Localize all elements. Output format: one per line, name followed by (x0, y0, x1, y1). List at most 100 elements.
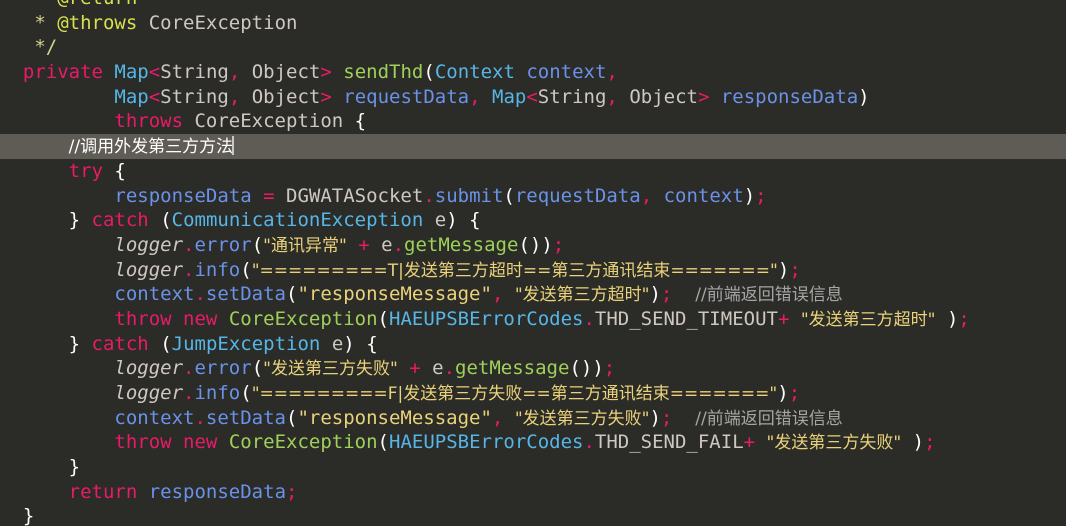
code-token-op: + (358, 233, 370, 256)
code-line[interactable]: logger.info("=========T|发送第三方超时==第三方通讯结束… (0, 258, 1066, 283)
code-line[interactable]: logger.info("=========F|发送第三方失败==第三方通讯结束… (0, 381, 1066, 406)
code-token-var: submit (434, 184, 504, 207)
code-token-kw: throw (114, 431, 172, 454)
code-line[interactable]: */ (0, 35, 1066, 60)
code-token-angle: < (526, 85, 538, 108)
code-token-plain: String (160, 61, 229, 84)
code-token-field: THD_SEND_FAIL (594, 431, 744, 454)
code-line[interactable]: } catch (JumpException e) { (0, 332, 1066, 357)
code-token-punct: . (183, 382, 195, 404)
code-token-punct: ; (789, 258, 801, 281)
code-line[interactable]: * @return (0, 0, 1066, 11)
code-token-paren: { (366, 332, 378, 355)
code-token-method: sendThd (343, 61, 424, 84)
code-editor[interactable]: * @return * @throws CoreException */ pri… (0, 0, 1066, 526)
code-token-jdoc (137, 12, 148, 34)
code-line[interactable]: throws CoreException { (0, 109, 1066, 134)
code-line[interactable]: Map<String, Object> requestData, Map<Str… (0, 85, 1066, 110)
code-token-paren: ) (649, 406, 661, 429)
code-token-ident: e (381, 233, 393, 256)
code-token-paren: ( (251, 233, 264, 256)
code-line[interactable]: context.setData("responseMessage", "发送第三… (0, 282, 1066, 307)
code-token-var: context (114, 283, 195, 306)
code-line-current[interactable]: //调用外发第三方方法 (0, 134, 1066, 159)
code-token-paren: ) (343, 332, 355, 355)
code-token-string: "发送第三方失败" (263, 359, 398, 380)
code-token-paren: { (354, 110, 367, 133)
code-token-punct: ; (552, 233, 565, 256)
code-token-op: + (777, 307, 790, 330)
code-token-plain: Object (240, 61, 321, 84)
code-line[interactable]: logger.error("发送第三方失败" + e.getMessage())… (0, 356, 1066, 381)
code-token-kw: new (183, 431, 218, 454)
code-token-paren: ) (777, 382, 789, 404)
code-token-punct: , (491, 283, 504, 306)
code-token-kw: catch (91, 209, 149, 232)
code-token-punct: ; (603, 357, 616, 380)
code-line[interactable]: throw new CoreException(HAEUPSBErrorCode… (0, 430, 1066, 455)
code-token-logger: logger (114, 357, 184, 380)
code-token-punct: . (583, 307, 595, 330)
code-token-jdoc: * (0, 0, 57, 9)
code-token-kw: throws (114, 110, 184, 133)
code-token-punct: , (469, 85, 481, 108)
code-token-plain: DGWATASocket (286, 184, 424, 207)
code-token-logger: logger (114, 233, 184, 256)
code-token-string: "发送第三方失败" (514, 408, 650, 429)
code-token-punct: ; (286, 480, 298, 503)
code-line[interactable]: } (0, 504, 1066, 526)
code-token-var: responseData (148, 480, 287, 503)
code-token-punct: . (194, 406, 206, 429)
code-token-paren: } (68, 209, 81, 232)
code-token-jdoctag: @throws (57, 11, 138, 34)
code-token-punct: ; (660, 406, 673, 429)
code-token-op: = (263, 184, 275, 207)
code-content[interactable]: * @return * @throws CoreException */ pri… (0, 0, 1066, 526)
code-token-plain: String (537, 85, 607, 108)
code-line[interactable]: responseData = DGWATASocket.submit(reque… (0, 184, 1066, 209)
code-token-paren: () (569, 357, 593, 380)
code-line[interactable]: context.setData("responseMessage", "发送第三… (0, 406, 1066, 431)
code-token-punct: , (606, 61, 618, 84)
code-token-var: setData (205, 283, 286, 306)
code-token-ident: e (434, 209, 447, 232)
code-token-paren: ) (446, 209, 458, 232)
code-token-string: "发送第三方超时" (514, 285, 650, 306)
code-line[interactable]: logger.error("通讯异常" + e.getMessage()); (0, 233, 1066, 258)
code-token-op: + (743, 431, 756, 454)
code-token-punct: . (443, 357, 456, 380)
code-line[interactable]: } catch (CommunicationException e) { (0, 208, 1066, 233)
code-line[interactable]: private Map<String, Object> sendThd(Cont… (0, 60, 1066, 85)
code-token-op: + (409, 357, 421, 380)
code-line[interactable]: try { (0, 159, 1066, 184)
code-token-kw: return (68, 480, 138, 503)
code-line[interactable]: return responseData; (0, 480, 1066, 505)
code-line[interactable]: } (0, 455, 1066, 480)
code-line[interactable]: throw new CoreException(HAEUPSBErrorCode… (0, 307, 1066, 332)
code-line[interactable]: * @throws CoreException (0, 11, 1066, 36)
code-token-plain: Object (240, 85, 321, 108)
